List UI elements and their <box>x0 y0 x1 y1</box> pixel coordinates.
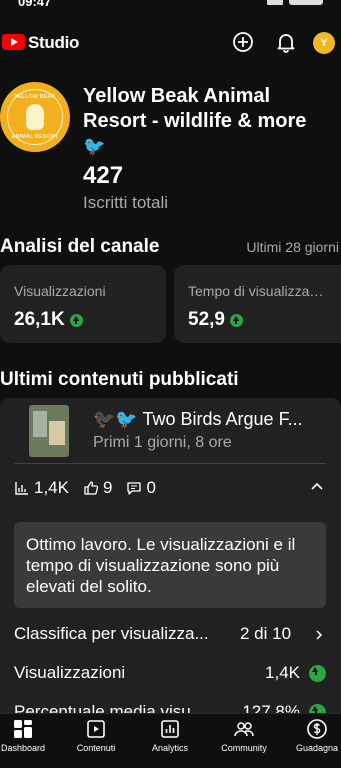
channel-name-emoji: 🐦 <box>83 136 106 156</box>
nav-item-content[interactable]: Contenuti <box>66 718 126 753</box>
analytics-period[interactable]: Ultimi 28 giorni <box>246 239 339 255</box>
video-title[interactable]: 🐦‍⬛🐦 Two Birds Argue F... <box>93 409 325 430</box>
trend-up-icon <box>229 313 243 327</box>
analytics-icon <box>161 720 179 738</box>
comment-icon <box>127 482 142 495</box>
nav-label: Analytics <box>151 743 188 753</box>
chevron-up-icon[interactable] <box>311 480 323 492</box>
channel-avatar[interactable]: YELLOW BEAK ANIMAL RESORT <box>0 82 70 152</box>
divider <box>14 463 326 464</box>
trend-up-icon <box>69 313 83 327</box>
trend-up-icon <box>309 665 326 682</box>
metric-label: Visualizzazioni <box>14 283 106 299</box>
nav-label: Contenuti <box>76 743 116 753</box>
metric-card-watch-time[interactable]: Tempo di visualizzazione (ore) 52,9 <box>174 265 341 343</box>
thumb-shape <box>49 421 65 445</box>
thumbs-up-icon <box>84 481 99 495</box>
earn-icon <box>307 719 327 739</box>
channel-name: Yellow Beak Animal Resort - wildlife & m… <box>83 84 333 159</box>
insight-text: Ottimo lavoro. Le visualizzazioni e il t… <box>26 535 296 596</box>
latest-video-card[interactable]: 🐦‍⬛🐦 Two Birds Argue F... Primi 1 giorni… <box>0 398 341 728</box>
channel-name-text: Yellow Beak Animal Resort - wildlife & m… <box>83 85 307 132</box>
row-label: Visualizzazioni <box>14 663 126 682</box>
account-avatar[interactable]: Y <box>313 32 335 54</box>
community-icon <box>234 722 254 737</box>
comments-value: 0 <box>146 478 156 497</box>
views-value: 1,4K <box>34 478 69 497</box>
views-stat: 1,4K <box>14 478 69 498</box>
signal-icon <box>267 0 283 5</box>
nav-label: Guadagna <box>295 743 339 753</box>
metric-value: 52,9 <box>188 309 243 331</box>
battery-icon <box>289 0 323 5</box>
youtube-logo-icon <box>2 34 25 50</box>
metric-card-views[interactable]: Visualizzazioni 26,1K <box>0 265 166 343</box>
avatar-text-top: YELLOW BEAK <box>14 94 56 100</box>
nav-label: Dashboard <box>0 743 46 753</box>
subscriber-count: 427 <box>83 162 124 189</box>
views-row: Visualizzazioni 1,4K <box>14 663 326 687</box>
subscriber-label: Iscritti totali <box>83 193 169 212</box>
video-thumbnail[interactable] <box>29 405 69 457</box>
status-time: 09:47 <box>18 0 52 9</box>
nav-item-community[interactable]: Community <box>214 718 274 753</box>
studio-brand: Studio <box>28 33 80 52</box>
avatar-text-bottom: ANIMAL RESORT <box>11 134 59 140</box>
metric-value: 26,1K <box>14 309 83 331</box>
likes-stat: 9 <box>83 478 112 498</box>
row-label: Classifica per visualizza... <box>14 624 209 643</box>
metric-label: Tempo di visualizzazione (ore) <box>188 283 326 299</box>
row-value: 2 di 10 <box>240 624 292 643</box>
app-bar: Studio Y <box>0 28 341 58</box>
nav-item-earn[interactable]: Guadagna <box>287 718 341 753</box>
row-value: 1,4K <box>265 663 300 682</box>
nav-item-analytics[interactable]: Analytics <box>140 718 200 753</box>
metric-value-text: 26,1K <box>14 309 65 330</box>
thumb-shape <box>33 411 47 437</box>
latest-section-title: Ultimi contenuti pubblicati <box>0 369 239 390</box>
bar-chart-icon <box>15 482 28 495</box>
dashboard-icon <box>14 720 32 738</box>
create-plus-icon[interactable] <box>231 30 255 54</box>
status-bar: 09:47 <box>0 0 341 12</box>
ranking-row[interactable]: Classifica per visualizza... 2 di 10 <box>14 624 326 648</box>
likes-value: 9 <box>102 478 113 497</box>
video-age: Primi 1 giorni, 8 ore <box>93 434 232 451</box>
insight-box: Ottimo lavoro. Le visualizzazioni e il t… <box>14 522 326 608</box>
bottom-navigation: Dashboard Contenuti Analytics Community … <box>0 713 341 768</box>
notifications-bell-icon[interactable] <box>274 30 298 54</box>
analytics-section-title: Analisi del canale <box>0 236 160 257</box>
nav-item-dashboard[interactable]: Dashboard <box>0 718 53 753</box>
content-icon <box>87 720 105 738</box>
chevron-right-icon <box>316 630 323 640</box>
metric-value-text: 52,9 <box>188 309 225 330</box>
avatar-foot-logo <box>26 104 44 130</box>
channel-header: YELLOW BEAK ANIMAL RESORT Yellow Beak An… <box>0 82 341 222</box>
status-icons <box>267 0 323 5</box>
nav-label: Community <box>221 743 267 753</box>
comments-stat: 0 <box>126 478 156 498</box>
video-stats: 1,4K 9 0 <box>14 478 156 498</box>
